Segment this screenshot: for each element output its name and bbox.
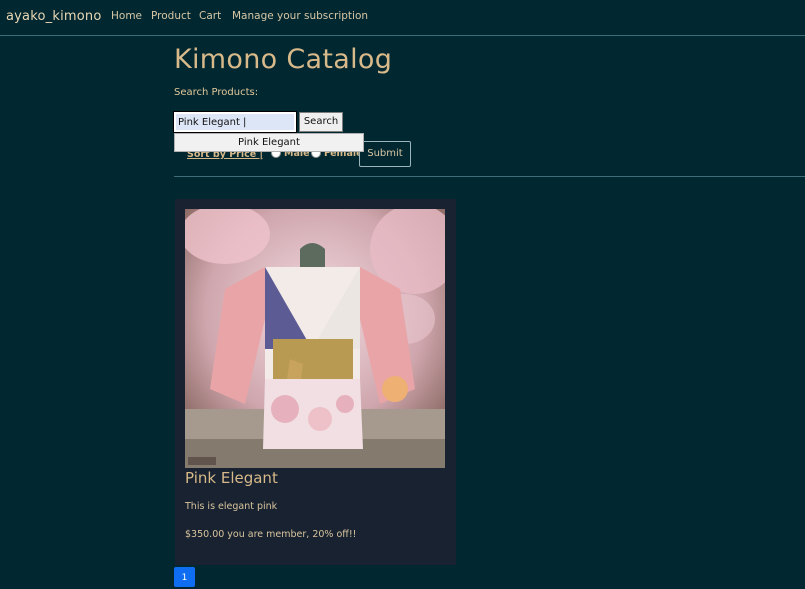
page-title: Kimono Catalog — [174, 44, 393, 75]
top-navbar: ayako_kimono Home Product Cart Manage yo… — [0, 0, 805, 36]
product-price: $350.00 you are member, 20% off!! — [185, 529, 357, 540]
pink-kimono-photo[interactable] — [185, 209, 445, 468]
brand-link[interactable]: ayako_kimono — [6, 9, 102, 24]
nav-cart-link[interactable]: Cart — [199, 10, 221, 22]
product-card: Pink Elegant This is elegant pink $350.0… — [175, 199, 456, 565]
pagination-page-button[interactable]: 1 — [174, 567, 195, 587]
search-label: Search Products: — [174, 87, 259, 98]
search-input[interactable] — [173, 111, 297, 133]
nav-product-link[interactable]: Product — [151, 10, 191, 22]
autocomplete-option[interactable]: Pink Elegant — [174, 133, 364, 152]
product-name[interactable]: Pink Elegant — [185, 469, 278, 487]
product-description: This is elegant pink — [185, 501, 278, 512]
nav-home-link[interactable]: Home — [111, 10, 142, 22]
search-button[interactable]: Search — [299, 112, 343, 132]
submit-button[interactable]: Submit — [359, 141, 411, 167]
nav-subscription-link[interactable]: Manage your subscription — [232, 10, 368, 22]
section-divider — [174, 176, 805, 177]
